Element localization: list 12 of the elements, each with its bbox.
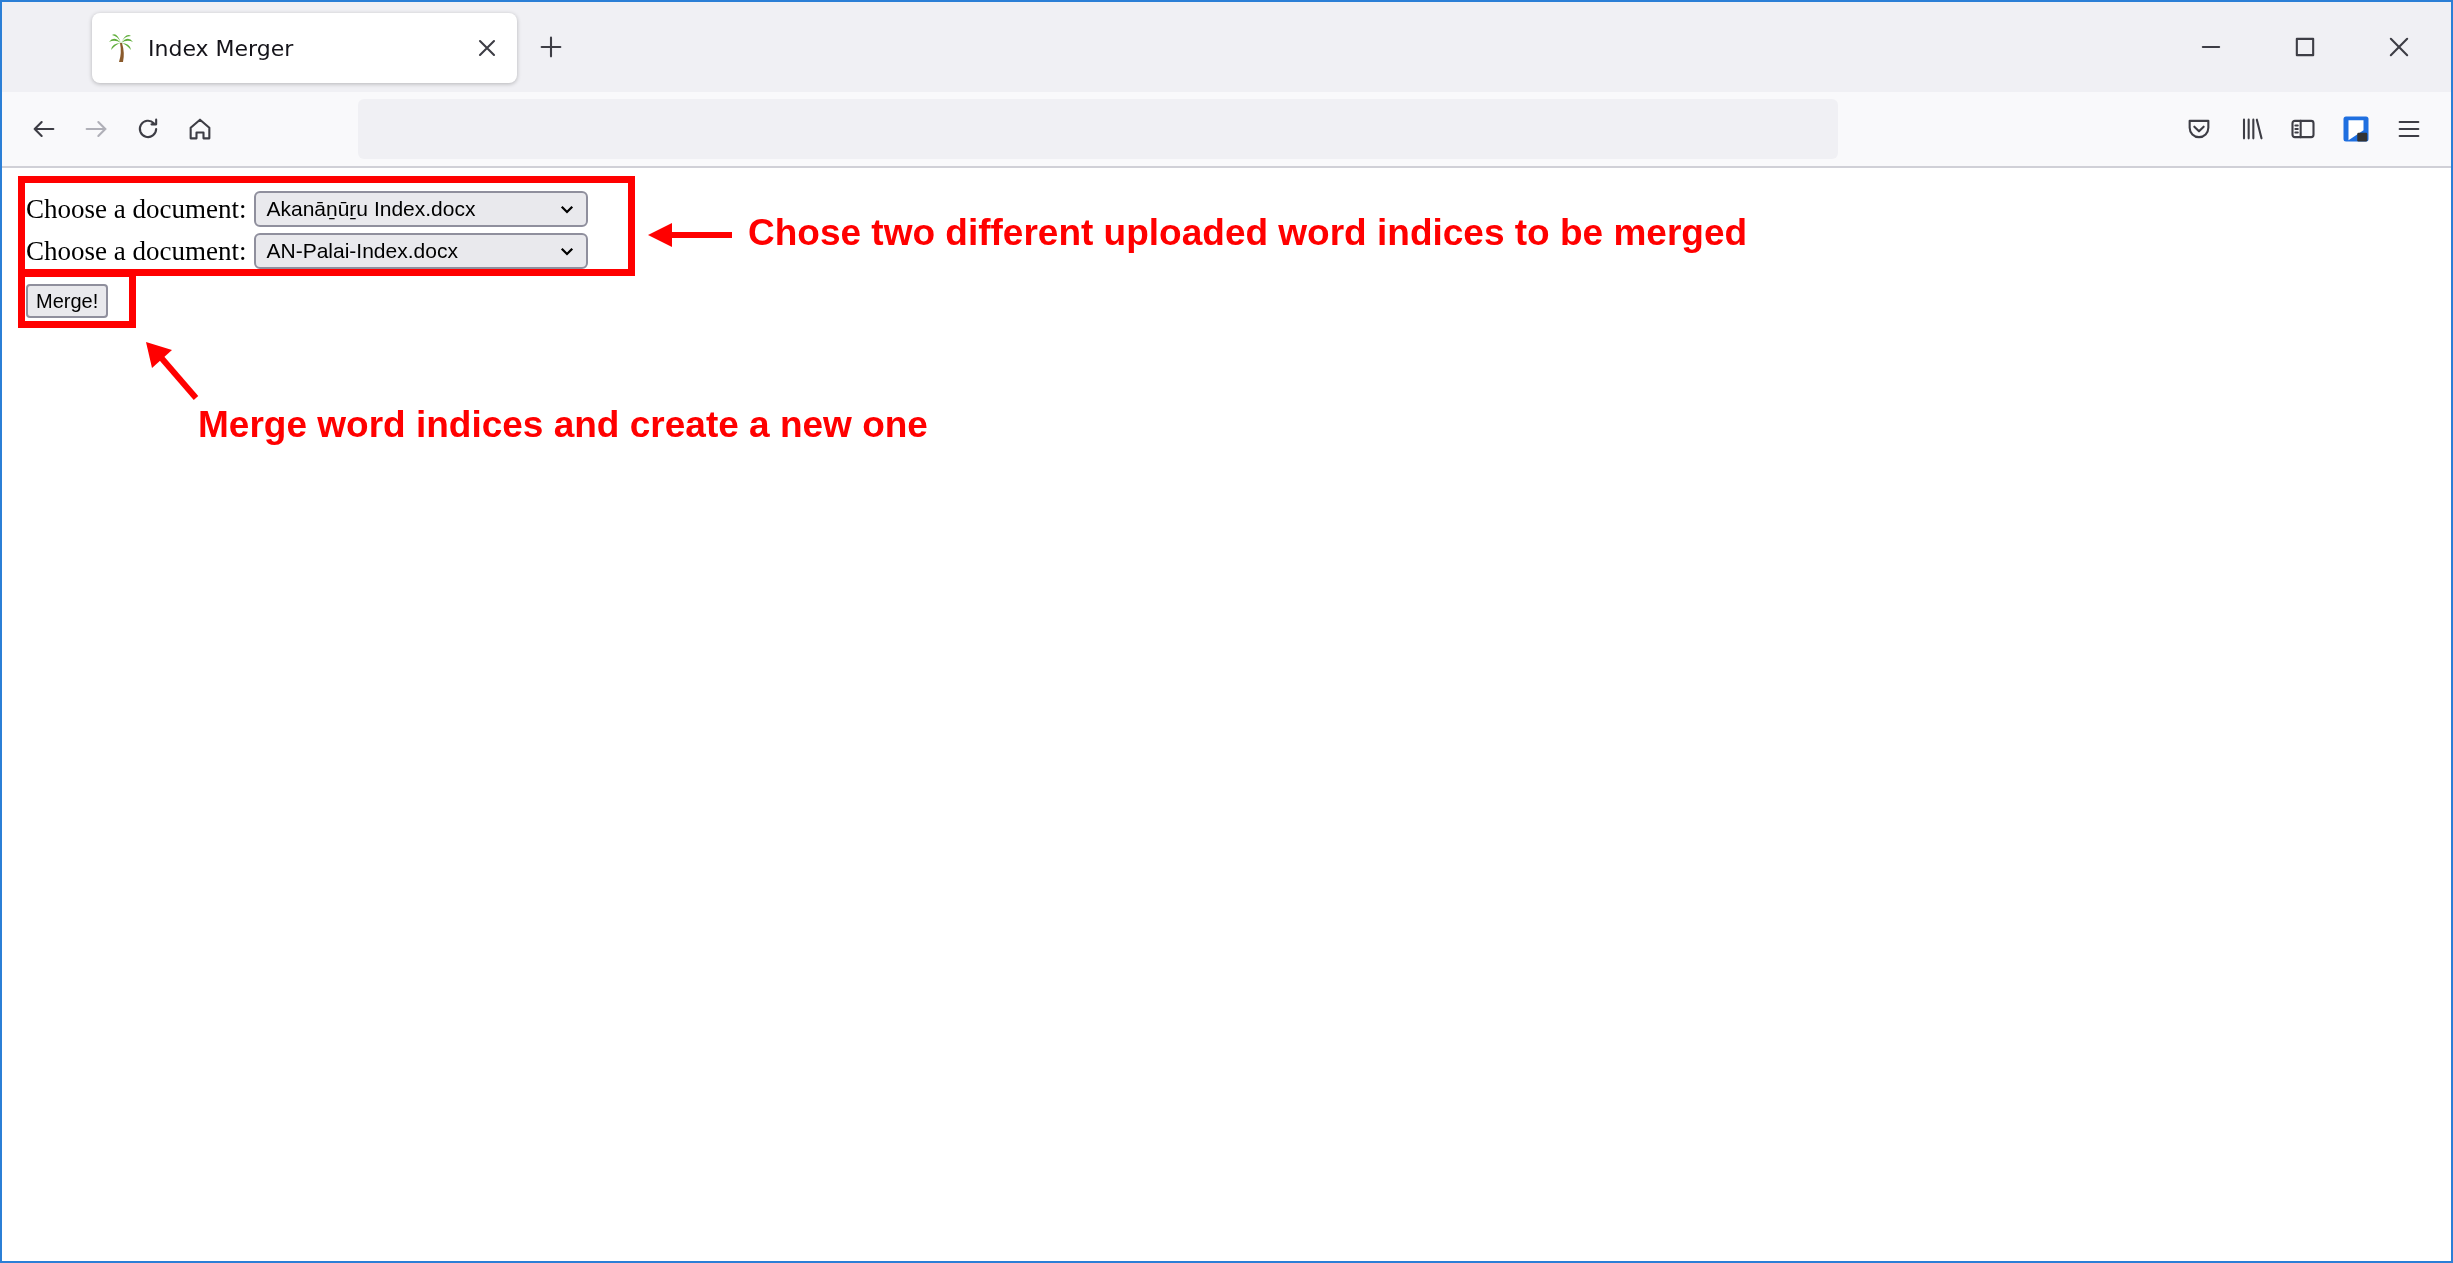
shield-lock-icon[interactable]	[2341, 114, 2371, 144]
annotation-text: Merge word indices and create a new one	[198, 404, 928, 446]
merge-button[interactable]: Merge!	[26, 284, 109, 318]
tab-title: Index Merger	[148, 35, 295, 61]
field-label: Choose a document:	[26, 193, 247, 225]
palm-tree-icon	[108, 33, 134, 63]
document-select[interactable]: Akanāṉūṟu Index.docx	[254, 191, 589, 227]
field-label: Choose a document:	[26, 235, 247, 267]
annotation-text: Chose two different uploaded word indices to be merged	[748, 212, 1748, 254]
annotation-arrow	[144, 340, 200, 402]
document-select[interactable]: AN-Palai-Index.docx	[254, 233, 589, 269]
browser-tab[interactable]: Index Merger	[92, 13, 517, 83]
